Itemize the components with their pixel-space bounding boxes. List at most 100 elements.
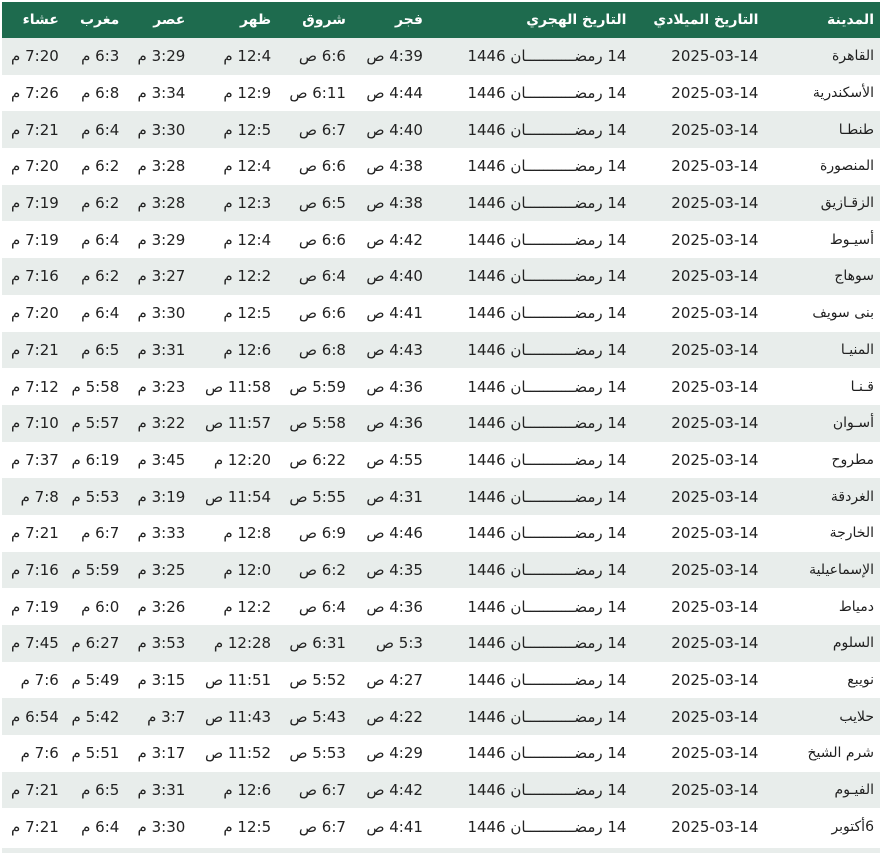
city-cell: قـنـا: [850, 378, 874, 395]
hijri-date-cell: 14 رمضـــــــــــان 1446: [467, 267, 627, 286]
maghrib-time-cell: 6:0 م: [81, 597, 120, 616]
maghrib-time-cell: 6:2 م: [81, 157, 120, 176]
fajr-time-cell: 4:22 ص: [366, 707, 423, 726]
city-cell: المنيـا: [840, 341, 874, 358]
table-row: الفيـوم 2025-03-14 14 رمضـــــــــــان 144…: [2, 771, 880, 809]
hijri-date-cell: 14 رمضـــــــــــان 1446: [467, 560, 627, 579]
isha-time-cell: 7:20 م: [11, 304, 59, 323]
sunrise-time-cell: 5:43 ص: [289, 707, 346, 726]
city-cell: نويبع: [847, 672, 874, 689]
gregorian-date-cell: 2025-03-14: [671, 707, 759, 726]
sunrise-time-cell: 6:7 ص: [298, 120, 346, 139]
header-asr: عصر: [153, 12, 186, 28]
isha-time-cell: 7:8 م: [20, 487, 59, 506]
fajr-time-cell: 4:38 ص: [366, 157, 423, 176]
city-cell: الفيـوم: [834, 782, 874, 799]
gregorian-date-cell: 2025-03-14: [671, 304, 759, 323]
asr-time-cell: 3:53 م: [137, 634, 186, 653]
asr-time-cell: 3:15 م: [137, 671, 186, 690]
hijri-date-cell: 14 رمضـــــــــــان 1446: [467, 671, 627, 690]
dhuhr-time-cell: 12:0 م: [223, 560, 272, 579]
city-cell: الأسكندرية: [812, 85, 874, 102]
dhuhr-time-cell: 11:57 ص: [204, 414, 272, 433]
dhuhr-time-cell: 12:2 م: [223, 597, 272, 616]
table-row: طنطـا 2025-03-14 14 رمضـــــــــــان 1446 4…: [2, 111, 880, 149]
prayer-times-table: المدينة التاريخ الميلادي التاريخ الهجري …: [2, 2, 880, 846]
hijri-date-cell: 14 رمضـــــــــــان 1446: [467, 120, 627, 139]
table-row: نويبع 2025-03-14 14 رمضـــــــــــان 1446 4…: [2, 661, 880, 699]
hijri-date-cell: 14 رمضـــــــــــان 1446: [467, 524, 627, 543]
hijri-date-cell: 14 رمضـــــــــــان 1446: [467, 597, 627, 616]
dhuhr-time-cell: 11:54 ص: [204, 487, 272, 506]
sunrise-time-cell: 5:58 ص: [289, 414, 346, 433]
hijri-date-cell: 14 رمضـــــــــــان 1446: [467, 487, 627, 506]
isha-time-cell: 7:10 م: [11, 414, 59, 433]
sunrise-time-cell: 6:8 ص: [298, 340, 346, 359]
hijri-date-cell: 14 رمضـــــــــــان 1446: [467, 634, 627, 653]
asr-time-cell: 3:7 م: [147, 707, 186, 726]
gregorian-date-cell: 2025-03-14: [671, 47, 759, 66]
gregorian-date-cell: 2025-03-14: [671, 560, 759, 579]
dhuhr-time-cell: 12:4 م: [223, 47, 272, 66]
isha-time-cell: 7:45 م: [11, 634, 59, 653]
table-row: سوهاج 2025-03-14 14 رمضـــــــــــان 1446 4…: [2, 258, 880, 295]
gregorian-date-cell: 2025-03-14: [671, 120, 759, 139]
table-row: شرم الشيخ 2025-03-14 14 رمضـــــــــــان 1…: [2, 735, 880, 772]
isha-time-cell: 7:20 م: [11, 47, 59, 66]
fajr-time-cell: 4:40 ص: [366, 120, 423, 139]
prayer-times-page: المدينة التاريخ الميلادي التاريخ الهجري …: [0, 0, 882, 853]
isha-time-cell: 7:21 م: [11, 781, 59, 800]
hijri-date-cell: 14 رمضـــــــــــان 1446: [467, 194, 627, 213]
asr-time-cell: 3:27 م: [137, 267, 186, 286]
asr-time-cell: 3:28 م: [137, 194, 186, 213]
gregorian-date-cell: 2025-03-14: [671, 267, 759, 286]
header-row: المدينة التاريخ الميلادي التاريخ الهجري …: [2, 2, 880, 38]
table-row: المنيـا 2025-03-14 14 رمضـــــــــــان 144…: [2, 331, 880, 369]
hijri-date-cell: 14 رمضـــــــــــان 1446: [467, 157, 627, 176]
fajr-time-cell: 4:40 ص: [366, 267, 423, 286]
city-cell: حلايب: [839, 708, 874, 725]
table-row: مطروح 2025-03-14 14 رمضـــــــــــان 1446 4…: [2, 441, 880, 479]
maghrib-time-cell: 6:4 م: [81, 304, 120, 323]
gregorian-date-cell: 2025-03-14: [671, 230, 759, 249]
isha-time-cell: 7:26 م: [11, 84, 59, 103]
fajr-time-cell: 5:3 ص: [375, 634, 423, 653]
fajr-time-cell: 4:31 ص: [366, 487, 423, 506]
city-cell: الزقـازيق: [820, 195, 874, 212]
maghrib-time-cell: 6:27 م: [71, 634, 120, 653]
table-row: قـنـا 2025-03-14 14 رمضـــــــــــان 1446 4…: [2, 368, 880, 405]
city-cell: شرم الشيخ: [807, 745, 874, 762]
asr-time-cell: 3:30 م: [137, 817, 186, 836]
isha-time-cell: 7:6 م: [20, 671, 59, 690]
maghrib-time-cell: 5:58 م: [71, 377, 120, 396]
header-hijri-date: التاريخ الهجري: [526, 12, 627, 28]
dhuhr-time-cell: 12:5 م: [223, 304, 272, 323]
maghrib-time-cell: 5:51 م: [71, 744, 120, 763]
fajr-time-cell: 4:36 ص: [366, 414, 423, 433]
isha-time-cell: 7:19 م: [11, 230, 59, 249]
isha-time-cell: 7:37 م: [11, 450, 59, 469]
sunrise-time-cell: 6:4 ص: [298, 597, 346, 616]
asr-time-cell: 3:17 م: [137, 744, 186, 763]
header-isha: عشاء: [22, 12, 59, 28]
maghrib-time-cell: 6:5 م: [81, 781, 120, 800]
maghrib-time-cell: 6:7 م: [81, 524, 120, 543]
sunrise-time-cell: 6:7 ص: [298, 781, 346, 800]
header-maghrib: مغرب: [79, 12, 120, 28]
asr-time-cell: 3:30 م: [137, 120, 186, 139]
asr-time-cell: 3:29 م: [137, 230, 186, 249]
isha-time-cell: 7:21 م: [11, 120, 59, 139]
table-row: الأسكندرية 2025-03-14 14 رمضـــــــــــان …: [2, 74, 880, 112]
asr-time-cell: 3:34 م: [137, 84, 186, 103]
asr-time-cell: 3:31 م: [137, 340, 186, 359]
gregorian-date-cell: 2025-03-14: [671, 340, 759, 359]
table-row: 6أكتوبر 2025-03-14 14 رمضـــــــــــان 144…: [2, 808, 880, 846]
sunrise-time-cell: 6:6 ص: [298, 47, 346, 66]
fajr-time-cell: 4:44 ص: [366, 84, 423, 103]
fajr-time-cell: 4:55 ص: [366, 450, 423, 469]
city-cell: السلوم: [832, 635, 874, 652]
table-row: القاهرة 2025-03-14 14 رمضـــــــــــان 144…: [2, 38, 880, 75]
sunrise-time-cell: 6:11 ص: [289, 84, 346, 103]
isha-time-cell: 7:21 م: [11, 524, 59, 543]
hijri-date-cell: 14 رمضـــــــــــان 1446: [467, 377, 627, 396]
